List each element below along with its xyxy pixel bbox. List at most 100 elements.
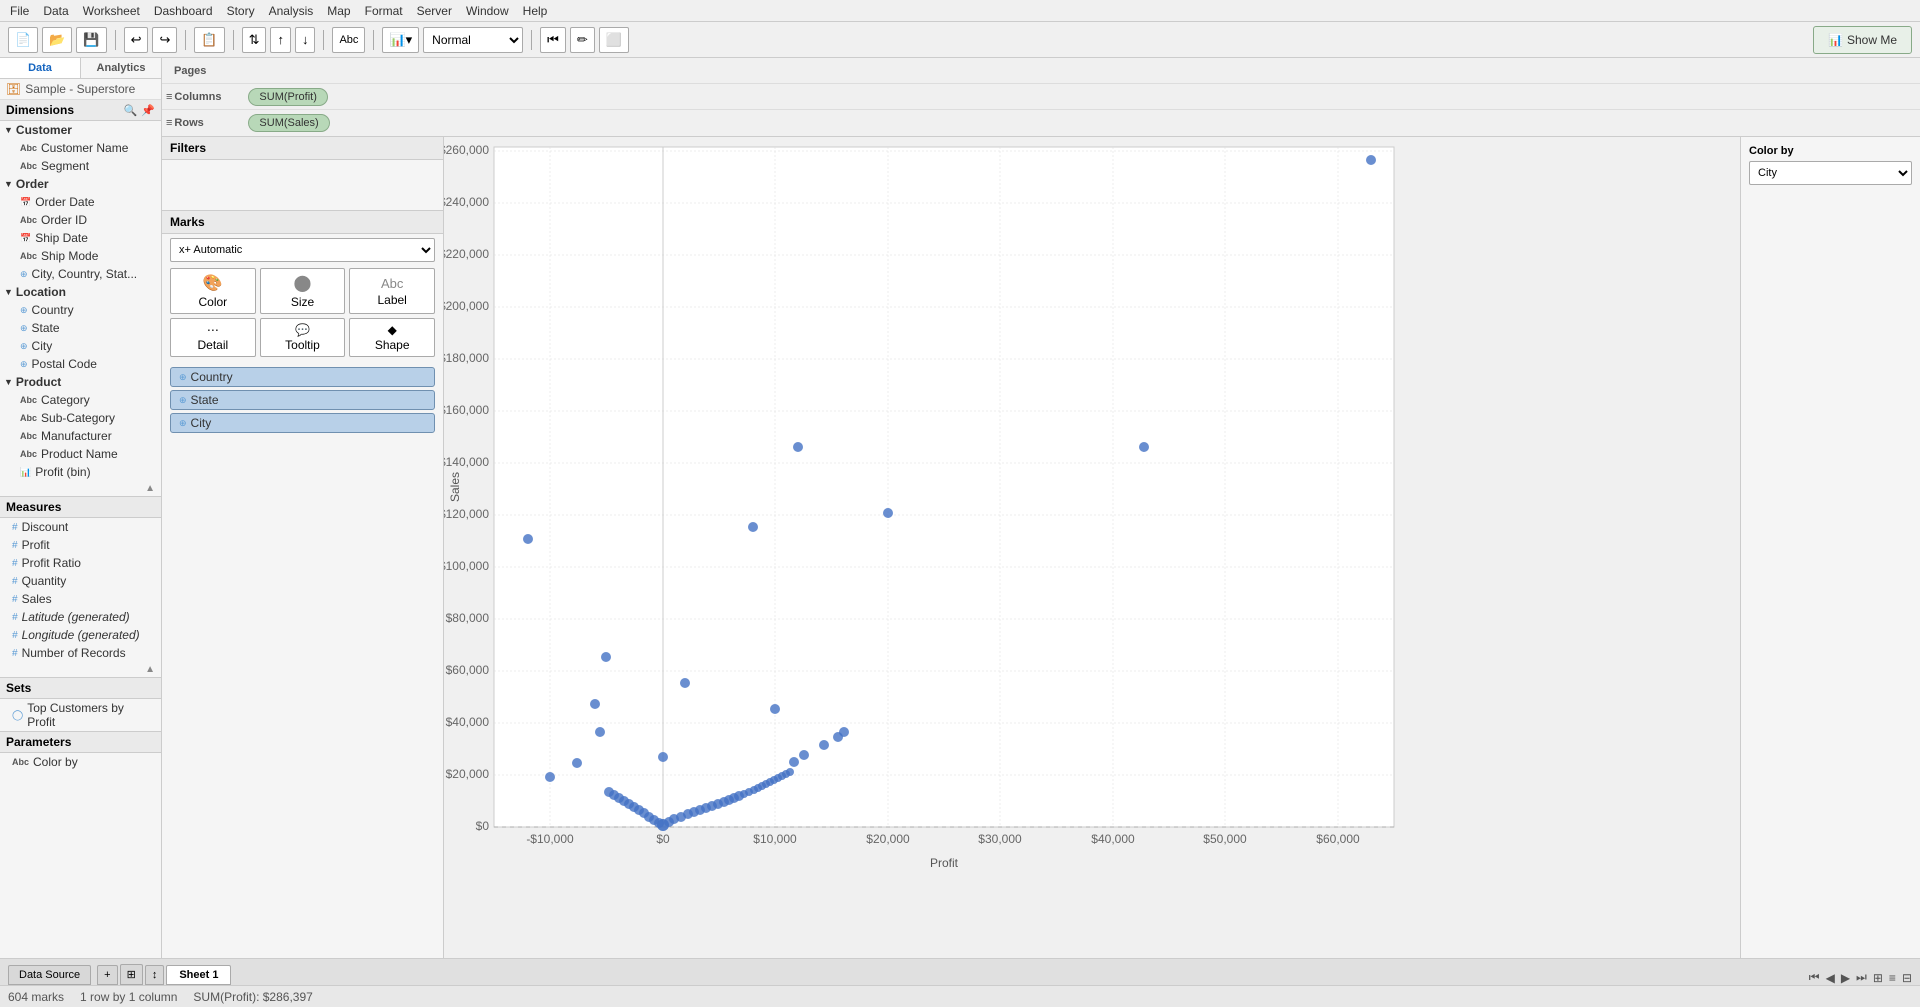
new-sheet-btn[interactable]: + bbox=[97, 965, 117, 985]
menu-analysis[interactable]: Analysis bbox=[263, 2, 320, 20]
nav-first[interactable]: ⏮ bbox=[1809, 970, 1820, 985]
tooltip-button[interactable]: 💬 Tooltip bbox=[260, 318, 346, 357]
redo-button[interactable]: ↪ bbox=[152, 27, 177, 53]
view-grid-2[interactable]: ≡ bbox=[1889, 971, 1896, 985]
view-grid-1[interactable]: ⊞ bbox=[1873, 971, 1883, 985]
detail-button[interactable]: ⋯ Detail bbox=[170, 318, 256, 357]
measures-header[interactable]: Measures bbox=[0, 496, 161, 518]
sort-desc-button[interactable]: ↓ bbox=[295, 27, 316, 53]
sort-asc-button[interactable]: ↑ bbox=[270, 27, 291, 53]
legend-dropdown[interactable]: City bbox=[1749, 161, 1912, 185]
undo-button[interactable]: ↩ bbox=[124, 27, 149, 53]
customer-group-row[interactable]: ▼ Customer bbox=[0, 121, 161, 139]
chart-legend-area: $0 $20,000 $40,000 $60,000 $80,000 $100,… bbox=[444, 137, 1920, 958]
filters-content[interactable] bbox=[162, 160, 443, 210]
normal-select[interactable]: Normal bbox=[423, 27, 523, 53]
menu-story[interactable]: Story bbox=[221, 2, 261, 20]
country-pill[interactable]: ⊕ Country bbox=[170, 367, 435, 387]
color-by-item[interactable]: Abc Color by bbox=[0, 753, 161, 771]
new-button[interactable]: 📄 bbox=[8, 27, 38, 53]
menu-window[interactable]: Window bbox=[460, 2, 515, 20]
play-button[interactable]: ⏮ bbox=[540, 27, 566, 53]
collapse-arrow-measures[interactable]: ▲ bbox=[0, 662, 161, 677]
city-pill[interactable]: ⊕ City bbox=[170, 413, 435, 433]
columns-pill[interactable]: SUM(Profit) bbox=[248, 88, 327, 106]
ship-mode-item[interactable]: Abc Ship Mode bbox=[0, 247, 161, 265]
country-item[interactable]: ⊕ Country bbox=[0, 301, 161, 319]
menu-data[interactable]: Data bbox=[37, 2, 74, 20]
ship-date-item[interactable]: 📅 Ship Date bbox=[0, 229, 161, 247]
parameters-header[interactable]: Parameters bbox=[0, 731, 161, 753]
pin-icon[interactable]: 📌 bbox=[141, 104, 155, 117]
location-group-row[interactable]: ▼ Location bbox=[0, 283, 161, 301]
subcategory-item[interactable]: Abc Sub-Category bbox=[0, 409, 161, 427]
location-group-label: Location bbox=[16, 285, 66, 299]
postal-code-item[interactable]: ⊕ Postal Code bbox=[0, 355, 161, 373]
show-me-button[interactable]: 📊 Show Me bbox=[1813, 26, 1912, 54]
profit-item[interactable]: # Profit bbox=[0, 536, 161, 554]
collapse-arrow-product[interactable]: ▲ bbox=[0, 481, 161, 496]
sheet1-tab[interactable]: Sheet 1 bbox=[166, 965, 231, 985]
label-button[interactable]: Abc Label bbox=[349, 268, 435, 314]
order-date-item[interactable]: 📅 Order Date bbox=[0, 193, 161, 211]
columns-shelf[interactable]: SUM(Profit) bbox=[244, 88, 1916, 106]
abc-button[interactable]: Abc bbox=[332, 27, 365, 53]
shape-button[interactable]: ◆ Shape bbox=[349, 318, 435, 357]
segment-item[interactable]: Abc Segment bbox=[0, 157, 161, 175]
city-item[interactable]: ⊕ City bbox=[0, 337, 161, 355]
customer-name-item[interactable]: Abc Customer Name bbox=[0, 139, 161, 157]
quantity-item[interactable]: # Quantity bbox=[0, 572, 161, 590]
color-button[interactable]: 🎨 Color bbox=[170, 268, 256, 314]
state-pill[interactable]: ⊕ State bbox=[170, 390, 435, 410]
state-item[interactable]: ⊕ State bbox=[0, 319, 161, 337]
marks-type-select[interactable]: x+ Automatic bbox=[170, 238, 435, 262]
paste-button[interactable]: 📋 bbox=[194, 27, 224, 53]
dimensions-header[interactable]: Dimensions 🔍 📌 bbox=[0, 100, 161, 121]
top-customers-item[interactable]: ◯ Top Customers by Profit bbox=[0, 699, 161, 731]
menu-map[interactable]: Map bbox=[321, 2, 356, 20]
profit-ratio-item[interactable]: # Profit Ratio bbox=[0, 554, 161, 572]
tooltip-btn2[interactable]: ⬜ bbox=[599, 27, 629, 53]
menu-file[interactable]: File bbox=[4, 2, 35, 20]
open-button[interactable]: 📂 bbox=[42, 27, 72, 53]
arrange-btn-2[interactable]: ↕ bbox=[145, 965, 165, 985]
view-grid-3[interactable]: ⊟ bbox=[1902, 971, 1912, 985]
chart-type-button[interactable]: 📊▾ bbox=[382, 27, 419, 53]
datasource-tab[interactable]: Data Source bbox=[8, 965, 91, 985]
svg-text:$60,000: $60,000 bbox=[446, 663, 490, 677]
sales-item[interactable]: # Sales bbox=[0, 590, 161, 608]
rows-shelf[interactable]: SUM(Sales) bbox=[244, 114, 1916, 132]
sets-header[interactable]: Sets bbox=[0, 677, 161, 699]
menu-format[interactable]: Format bbox=[359, 2, 409, 20]
manufacturer-item[interactable]: Abc Manufacturer bbox=[0, 427, 161, 445]
pages-shelf[interactable] bbox=[242, 61, 1916, 81]
menu-dashboard[interactable]: Dashboard bbox=[148, 2, 219, 20]
nav-next[interactable]: ▶ bbox=[1841, 971, 1850, 985]
product-name-item[interactable]: Abc Product Name bbox=[0, 445, 161, 463]
nav-prev[interactable]: ◀ bbox=[1826, 971, 1835, 985]
category-item[interactable]: Abc Category bbox=[0, 391, 161, 409]
menu-server[interactable]: Server bbox=[411, 2, 458, 20]
rows-pill[interactable]: SUM(Sales) bbox=[248, 114, 329, 132]
menu-help[interactable]: Help bbox=[517, 2, 554, 20]
product-group-row[interactable]: ▼ Product bbox=[0, 373, 161, 391]
arrange-btn-1[interactable]: ⊞ bbox=[120, 964, 143, 985]
order-id-item[interactable]: Abc Order ID bbox=[0, 211, 161, 229]
tab-analytics[interactable]: Analytics bbox=[81, 58, 161, 78]
num-records-item[interactable]: # Number of Records bbox=[0, 644, 161, 662]
menu-worksheet[interactable]: Worksheet bbox=[77, 2, 146, 20]
pen-button[interactable]: ✏ bbox=[570, 27, 595, 53]
size-button[interactable]: ⬤ Size bbox=[260, 268, 346, 314]
swap-button[interactable]: ⇅ bbox=[242, 27, 267, 53]
city-country-item[interactable]: ⊕ City, Country, Stat... bbox=[0, 265, 161, 283]
profit-bin-item[interactable]: 📊 Profit (bin) bbox=[0, 463, 161, 481]
discount-item[interactable]: # Discount bbox=[0, 518, 161, 536]
save-button[interactable]: 💾 bbox=[76, 27, 106, 53]
columns-label: Columns bbox=[174, 91, 244, 103]
longitude-item[interactable]: # Longitude (generated) bbox=[0, 626, 161, 644]
latitude-item[interactable]: # Latitude (generated) bbox=[0, 608, 161, 626]
order-group-row[interactable]: ▼ Order bbox=[0, 175, 161, 193]
tab-data[interactable]: Data bbox=[0, 58, 81, 78]
search-icon[interactable]: 🔍 bbox=[124, 104, 138, 117]
nav-last[interactable]: ⏭ bbox=[1856, 970, 1867, 985]
